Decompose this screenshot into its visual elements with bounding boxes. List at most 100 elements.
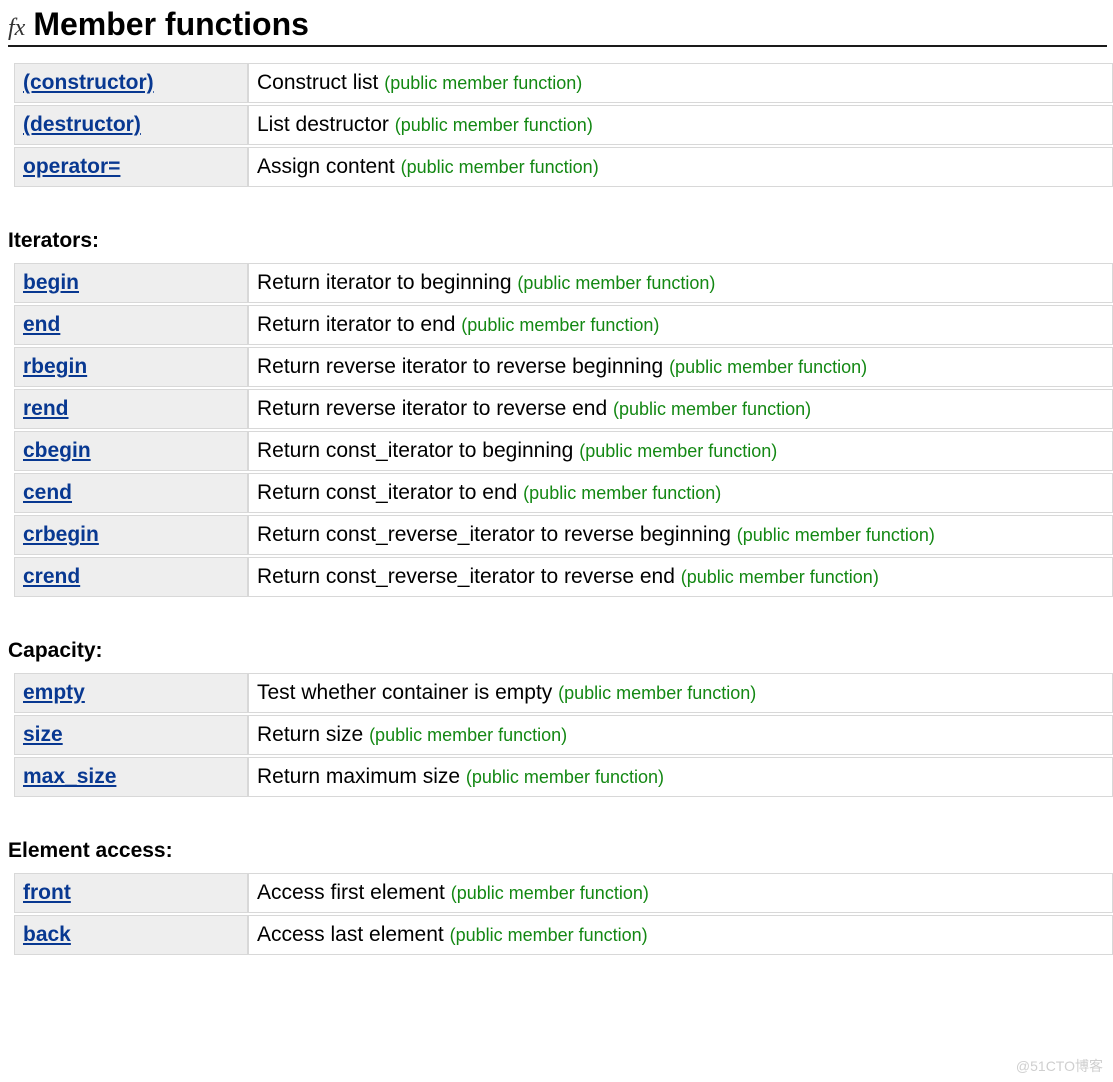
function-name-cell: (destructor) xyxy=(14,105,248,145)
function-desc-cell: Return reverse iterator to reverse begin… xyxy=(248,347,1113,387)
function-desc-cell: Return const_reverse_iterator to reverse… xyxy=(248,515,1113,555)
function-desc-cell: Return maximum size (public member funct… xyxy=(248,757,1113,797)
function-note: (public member function) xyxy=(450,925,648,945)
function-link[interactable]: empty xyxy=(23,681,85,704)
table-row: begin Return iterator to beginning (publi… xyxy=(14,263,1113,303)
page-heading: fx Member functions xyxy=(8,6,1107,47)
function-note: (public member function) xyxy=(558,683,756,703)
function-name-cell: cend xyxy=(14,473,248,513)
function-link[interactable]: back xyxy=(23,923,71,946)
member-function-groups: (constructor) Construct list (public memb… xyxy=(8,61,1107,957)
function-note: (public member function) xyxy=(466,767,664,787)
function-link[interactable]: crbegin xyxy=(23,523,99,546)
function-desc-cell: Return const_iterator to end (public mem… xyxy=(248,473,1113,513)
group-title: Capacity: xyxy=(8,639,1107,663)
function-desc: Return iterator to end xyxy=(257,313,455,336)
function-desc: Return iterator to beginning xyxy=(257,271,512,294)
function-desc-cell: Return iterator to end (public member fu… xyxy=(248,305,1113,345)
function-desc-cell: Return iterator to beginning (public mem… xyxy=(248,263,1113,303)
page-title: Member functions xyxy=(33,6,309,43)
function-note: (public member function) xyxy=(451,883,649,903)
function-table: begin Return iterator to beginning (publi… xyxy=(14,261,1113,599)
function-desc-cell: Access first element (public member func… xyxy=(248,873,1113,913)
function-desc: Construct list xyxy=(257,71,378,94)
table-row: crbegin Return const_reverse_iterator to … xyxy=(14,515,1113,555)
table-row: empty Test whether container is empty (pu… xyxy=(14,673,1113,713)
function-name-cell: size xyxy=(14,715,248,755)
table-row: (destructor) List destructor (public memb… xyxy=(14,105,1113,145)
function-desc: Access first element xyxy=(257,881,445,904)
function-name-cell: rbegin xyxy=(14,347,248,387)
function-note: (public member function) xyxy=(737,525,935,545)
table-row: back Access last element (public member f… xyxy=(14,915,1113,955)
function-name-cell: operator= xyxy=(14,147,248,187)
function-note: (public member function) xyxy=(395,115,593,135)
function-link[interactable]: end xyxy=(23,313,60,336)
function-link[interactable]: front xyxy=(23,881,71,904)
table-row: end Return iterator to end (public member… xyxy=(14,305,1113,345)
function-note: (public member function) xyxy=(369,725,567,745)
function-note: (public member function) xyxy=(669,357,867,377)
watermark: @51CTO博客 xyxy=(1016,1056,1103,1076)
function-name-cell: rend xyxy=(14,389,248,429)
function-desc-cell: Assign content (public member function) xyxy=(248,147,1113,187)
function-link[interactable]: (destructor) xyxy=(23,113,141,136)
function-name-cell: max_size xyxy=(14,757,248,797)
function-desc: Access last element xyxy=(257,923,444,946)
function-name-cell: begin xyxy=(14,263,248,303)
function-link[interactable]: rbegin xyxy=(23,355,87,378)
function-link[interactable]: rend xyxy=(23,397,69,420)
function-desc-cell: Return size (public member function) xyxy=(248,715,1113,755)
function-table: empty Test whether container is empty (pu… xyxy=(14,671,1113,799)
table-row: operator= Assign content (public member f… xyxy=(14,147,1113,187)
function-note: (public member function) xyxy=(579,441,777,461)
function-desc-cell: Return reverse iterator to reverse end (… xyxy=(248,389,1113,429)
table-row: rbegin Return reverse iterator to reverse… xyxy=(14,347,1113,387)
table-row: front Access first element (public member… xyxy=(14,873,1113,913)
table-row: (constructor) Construct list (public memb… xyxy=(14,63,1113,103)
fx-icon: fx xyxy=(8,15,25,42)
function-note: (public member function) xyxy=(401,157,599,177)
function-name-cell: crend xyxy=(14,557,248,597)
function-desc: Return reverse iterator to reverse begin… xyxy=(257,355,663,378)
function-note: (public member function) xyxy=(384,73,582,93)
function-desc: Test whether container is empty xyxy=(257,681,552,704)
function-desc: Return const_reverse_iterator to reverse… xyxy=(257,565,675,588)
function-desc: Return reverse iterator to reverse end xyxy=(257,397,607,420)
function-desc-cell: Return const_reverse_iterator to reverse… xyxy=(248,557,1113,597)
function-desc-cell: Access last element (public member funct… xyxy=(248,915,1113,955)
function-link[interactable]: crend xyxy=(23,565,80,588)
table-row: size Return size (public member function) xyxy=(14,715,1113,755)
function-link[interactable]: begin xyxy=(23,271,79,294)
table-row: cbegin Return const_iterator to beginning… xyxy=(14,431,1113,471)
function-link[interactable]: (constructor) xyxy=(23,71,154,94)
function-table: front Access first element (public member… xyxy=(14,871,1113,957)
function-desc-cell: Construct list (public member function) xyxy=(248,63,1113,103)
function-desc-cell: Return const_iterator to beginning (publ… xyxy=(248,431,1113,471)
function-desc: Return maximum size xyxy=(257,765,460,788)
function-table: (constructor) Construct list (public memb… xyxy=(14,61,1113,189)
function-name-cell: crbegin xyxy=(14,515,248,555)
function-name-cell: front xyxy=(14,873,248,913)
function-desc: Return const_iterator to beginning xyxy=(257,439,573,462)
function-link[interactable]: operator= xyxy=(23,155,120,178)
table-row: cend Return const_iterator to end (public… xyxy=(14,473,1113,513)
table-row: crend Return const_reverse_iterator to re… xyxy=(14,557,1113,597)
function-note: (public member function) xyxy=(461,315,659,335)
function-name-cell: cbegin xyxy=(14,431,248,471)
table-row: rend Return reverse iterator to reverse e… xyxy=(14,389,1113,429)
function-desc: List destructor xyxy=(257,113,389,136)
function-link[interactable]: cend xyxy=(23,481,72,504)
group-title: Element access: xyxy=(8,839,1107,863)
function-link[interactable]: size xyxy=(23,723,63,746)
group-title: Iterators: xyxy=(8,229,1107,253)
function-name-cell: back xyxy=(14,915,248,955)
function-desc-cell: Test whether container is empty (public … xyxy=(248,673,1113,713)
function-name-cell: (constructor) xyxy=(14,63,248,103)
function-note: (public member function) xyxy=(523,483,721,503)
function-name-cell: empty xyxy=(14,673,248,713)
function-link[interactable]: cbegin xyxy=(23,439,91,462)
table-row: max_size Return maximum size (public memb… xyxy=(14,757,1113,797)
function-link[interactable]: max_size xyxy=(23,765,116,788)
function-desc: Return const_reverse_iterator to reverse… xyxy=(257,523,731,546)
